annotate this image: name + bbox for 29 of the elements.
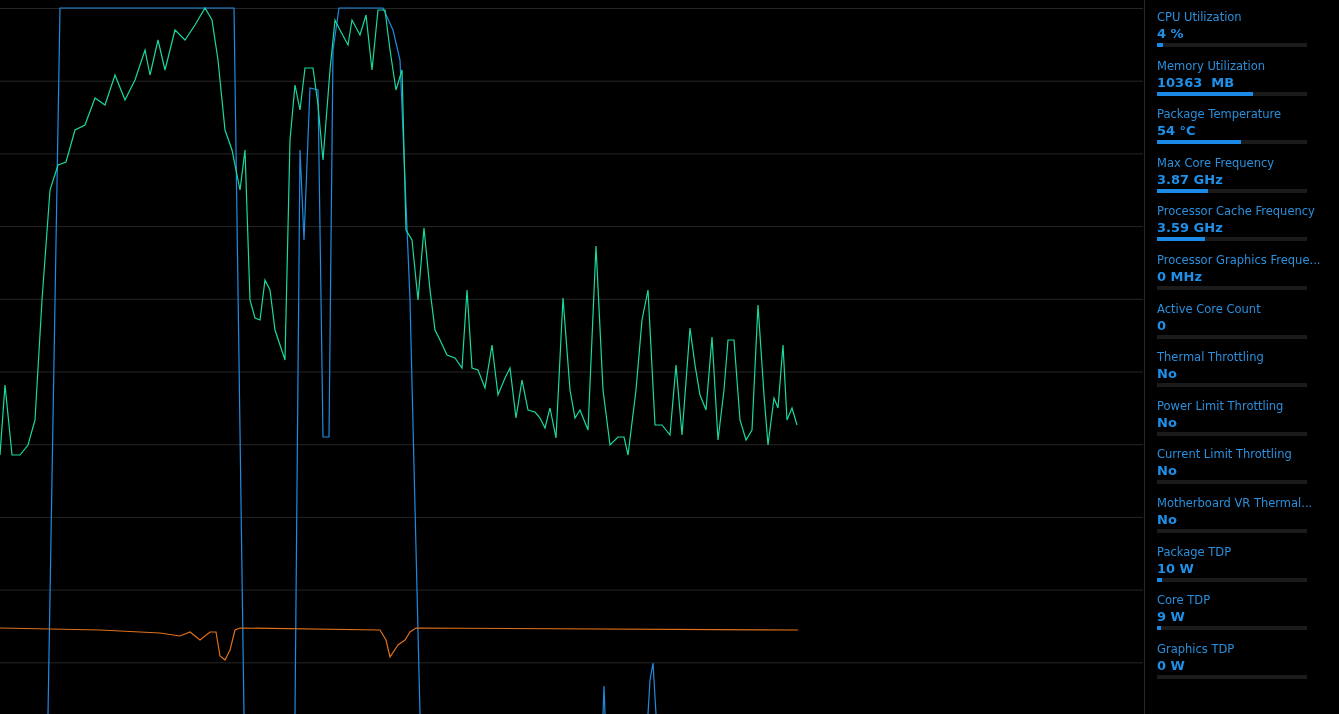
metric-value: 0 W <box>1157 656 1185 674</box>
metric-value: 3.59 GHz <box>1157 219 1223 237</box>
metric-label: Graphics TDP <box>1157 641 1235 657</box>
metric-label: Max Core Frequency <box>1157 155 1275 171</box>
metric-label: Motherboard VR Thermal... <box>1157 495 1313 511</box>
metric-label: Thermal Throttling <box>1157 350 1264 366</box>
metric-value: 4 % <box>1157 25 1184 42</box>
metric-label: Power Limit Throttling <box>1157 398 1284 414</box>
metric-value: 3.87 GHz <box>1157 170 1223 188</box>
metric-label: Core TDP <box>1157 593 1211 609</box>
metric-value: No <box>1157 462 1177 480</box>
metric-label: Package TDP <box>1157 544 1232 560</box>
graph-line <box>602 685 606 714</box>
metric-label: CPU Utilization <box>1157 10 1242 25</box>
metric-label: Processor Cache Frequency <box>1157 204 1315 220</box>
metric-value: No <box>1157 413 1177 431</box>
metric-value: 9 W <box>1157 608 1185 626</box>
metric-value: 54 °C <box>1157 122 1196 140</box>
metric-value: 10 W <box>1157 559 1194 577</box>
metric-label: Memory Utilization <box>1157 58 1266 74</box>
metric-value: 0 <box>1157 316 1167 334</box>
metric-value: 0 MHz <box>1157 267 1202 285</box>
metric-value: No <box>1157 510 1177 528</box>
metric-label: Active Core Count <box>1157 301 1261 317</box>
metric-label: Package Temperature <box>1157 107 1282 123</box>
metric-label: Processor Graphics Freque... <box>1157 252 1321 268</box>
metric-value: No <box>1157 365 1177 383</box>
metric-value: 10363 MB <box>1157 73 1235 91</box>
metric-label: Current Limit Throttling <box>1157 447 1292 463</box>
